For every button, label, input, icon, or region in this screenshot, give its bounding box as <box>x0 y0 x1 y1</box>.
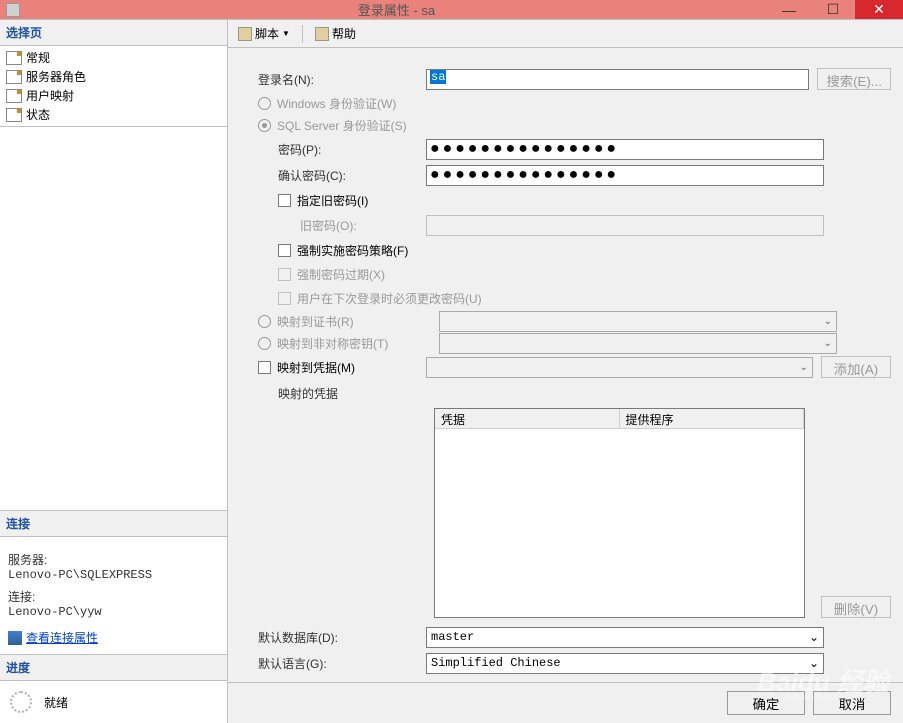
progress-spinner-icon <box>10 691 32 713</box>
main-panel: 脚本 ▼ 帮助 登录名(N): sa 搜索(E)... Windows 身份验证… <box>228 20 903 723</box>
server-label: 服务器: <box>8 551 219 568</box>
help-button[interactable]: 帮助 <box>311 23 360 44</box>
view-connection-properties-link[interactable]: 查看连接属性 <box>8 629 219 646</box>
must-change-check: 用户在下次登录时必须更改密码(U) <box>256 286 891 310</box>
certificate-combo: ⌄ <box>439 311 837 332</box>
sidebar-item-label: 服务器角色 <box>26 68 86 85</box>
login-name-input[interactable]: sa <box>426 69 809 90</box>
page-list: 常规 服务器角色 用户映射 状态 <box>0 46 227 127</box>
maximize-button[interactable]: ☐ <box>811 0 855 19</box>
select-page-header: 选择页 <box>0 20 227 46</box>
chevron-down-icon: ⌄ <box>809 630 819 645</box>
password-label: 密码(P): <box>256 141 426 158</box>
chevron-down-icon: ⌄ <box>809 656 819 671</box>
checkbox-icon <box>258 361 271 374</box>
confirm-password-input[interactable]: ●●●●●●●●●●●●●●● <box>426 165 824 186</box>
ok-button[interactable]: 确定 <box>727 691 805 715</box>
map-asymkey-radio: 映射到非对称密钥(T)⌄ <box>256 332 891 354</box>
toolbar: 脚本 ▼ 帮助 <box>228 20 903 48</box>
sidebar-item-general[interactable]: 常规 <box>0 48 227 67</box>
sidebar: 选择页 常规 服务器角色 用户映射 状态 连接 服务器: Lenovo-PC\S… <box>0 20 228 723</box>
sidebar-item-status[interactable]: 状态 <box>0 105 227 124</box>
map-certificate-radio: 映射到证书(R)⌄ <box>256 310 891 332</box>
credentials-grid[interactable]: 凭据 提供程序 <box>434 408 805 618</box>
enforce-policy-check[interactable]: 强制实施密码策略(F) <box>256 238 891 262</box>
chevron-down-icon: ⌄ <box>800 362 808 373</box>
window-title: 登录属性 - sa <box>26 0 767 19</box>
titlebar[interactable]: 登录属性 - sa — ☐ ✕ <box>0 0 903 19</box>
map-credential-check[interactable]: 映射到凭据(M) <box>256 359 426 376</box>
login-name-label: 登录名(N): <box>256 71 426 88</box>
page-icon <box>6 51 22 65</box>
radio-icon <box>258 337 271 350</box>
chevron-down-icon: ⌄ <box>824 338 832 349</box>
dropdown-arrow-icon: ▼ <box>282 29 290 38</box>
mapped-credentials-label: 映射的凭据 <box>256 385 426 402</box>
sidebar-filler <box>0 127 227 511</box>
remove-button: 删除(V) <box>821 596 891 618</box>
progress-header: 进度 <box>0 655 227 681</box>
sidebar-item-user-mapping[interactable]: 用户映射 <box>0 86 227 105</box>
grid-col-provider: 提供程序 <box>620 409 805 428</box>
chevron-down-icon: ⌄ <box>824 316 832 327</box>
search-button: 搜索(E)... <box>817 68 891 90</box>
grid-header: 凭据 提供程序 <box>435 409 804 429</box>
script-icon <box>238 27 252 41</box>
page-icon <box>6 108 22 122</box>
page-icon <box>6 70 22 84</box>
action-bar: 确定 取消 <box>228 682 903 723</box>
progress-section: 就绪 <box>0 681 227 723</box>
radio-icon <box>258 119 271 132</box>
connection-info: 服务器: Lenovo-PC\SQLEXPRESS 连接: Lenovo-PC\… <box>0 537 227 655</box>
progress-status: 就绪 <box>44 694 68 711</box>
radio-icon <box>258 315 271 328</box>
old-password-input <box>426 215 824 236</box>
connection-label: 连接: <box>8 588 219 605</box>
cancel-button[interactable]: 取消 <box>813 691 891 715</box>
windows-auth-radio: Windows 身份验证(W) <box>256 92 891 114</box>
credential-combo: ⌄ <box>426 357 813 378</box>
confirm-password-label: 确认密码(C): <box>256 167 426 184</box>
dialog-window: 登录属性 - sa — ☐ ✕ 选择页 常规 服务器角色 用户映射 状态 连接 … <box>0 0 903 719</box>
link-text: 查看连接属性 <box>26 629 98 646</box>
old-password-label: 旧密码(O): <box>256 217 426 234</box>
enforce-expiration-check: 强制密码过期(X) <box>256 262 891 286</box>
script-button[interactable]: 脚本 ▼ <box>234 23 294 44</box>
minimize-button[interactable]: — <box>767 0 811 19</box>
sidebar-item-label: 用户映射 <box>26 87 74 104</box>
add-button: 添加(A) <box>821 356 891 378</box>
content-area: 选择页 常规 服务器角色 用户映射 状态 连接 服务器: Lenovo-PC\S… <box>0 19 903 723</box>
connection-value: Lenovo-PC\yyw <box>8 605 219 619</box>
window-controls: — ☐ ✕ <box>767 0 903 19</box>
default-database-combo[interactable]: master⌄ <box>426 627 824 648</box>
asymkey-combo: ⌄ <box>439 333 837 354</box>
default-language-combo[interactable]: Simplified Chinese⌄ <box>426 653 824 674</box>
checkbox-icon <box>278 194 291 207</box>
specify-old-password-check[interactable]: 指定旧密码(I) <box>256 188 891 212</box>
help-icon <box>315 27 329 41</box>
checkbox-icon <box>278 244 291 257</box>
page-icon <box>6 89 22 103</box>
close-button[interactable]: ✕ <box>855 0 903 19</box>
connection-header: 连接 <box>0 511 227 537</box>
script-label: 脚本 <box>255 25 279 42</box>
server-value: Lenovo-PC\SQLEXPRESS <box>8 568 219 582</box>
default-database-label: 默认数据库(D): <box>256 629 426 646</box>
checkbox-icon <box>278 292 291 305</box>
checkbox-icon <box>278 268 291 281</box>
help-label: 帮助 <box>332 25 356 42</box>
sidebar-item-server-roles[interactable]: 服务器角色 <box>0 67 227 86</box>
grid-col-credential: 凭据 <box>435 409 620 428</box>
default-language-label: 默认语言(G): <box>256 655 426 672</box>
sidebar-item-label: 常规 <box>26 49 50 66</box>
app-icon <box>6 3 20 17</box>
separator <box>302 25 303 43</box>
sql-auth-radio: SQL Server 身份验证(S) <box>256 114 891 136</box>
radio-icon <box>258 97 271 110</box>
sidebar-item-label: 状态 <box>26 106 50 123</box>
properties-icon <box>8 631 22 645</box>
password-input[interactable]: ●●●●●●●●●●●●●●● <box>426 139 824 160</box>
form-area: 登录名(N): sa 搜索(E)... Windows 身份验证(W) SQL … <box>228 48 903 682</box>
